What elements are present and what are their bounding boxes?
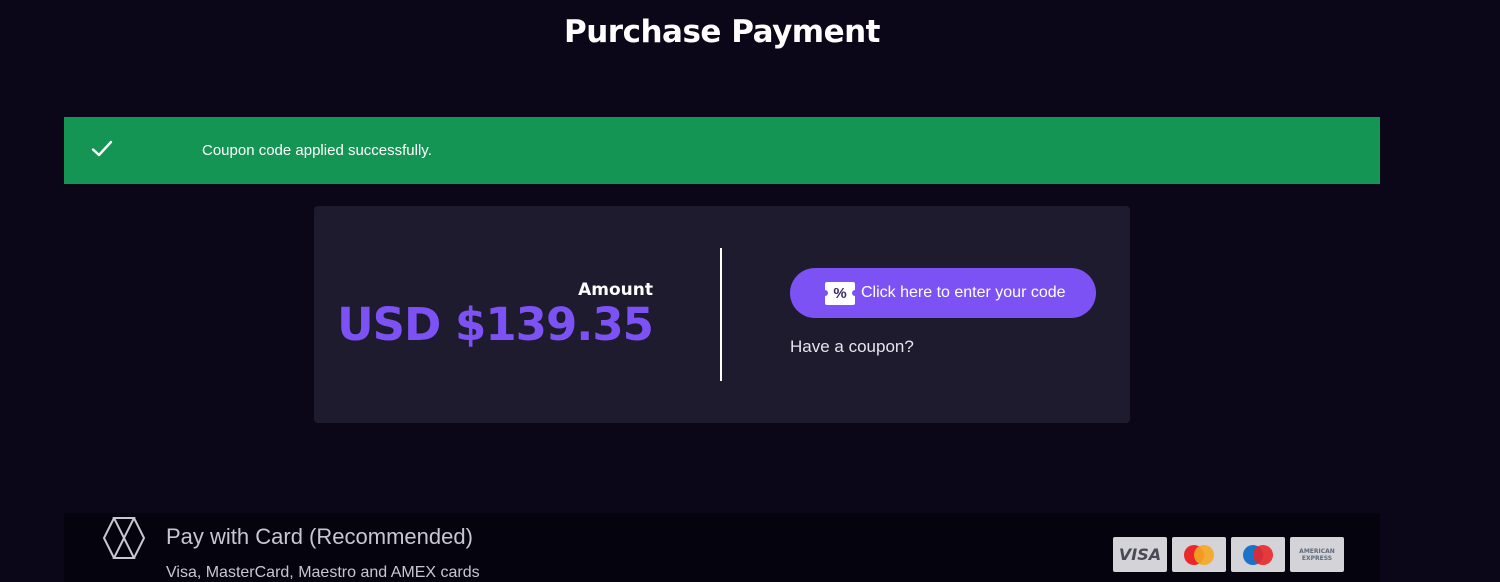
coupon-prompt: Have a coupon? (790, 337, 914, 356)
check-icon (91, 140, 113, 157)
success-alert: Coupon code applied successfully. (64, 117, 1380, 184)
alert-message: Coupon code applied successfully. (202, 142, 432, 159)
enter-coupon-button-label: Click here to enter your code (861, 284, 1066, 301)
amex-logo-text: AMERICAN EXPRESS (1299, 547, 1335, 562)
divider (720, 248, 722, 381)
payment-method-card-option[interactable]: Pay with Card (Recommended) Visa, Master… (64, 513, 1380, 582)
visa-logo-icon: VISA (1113, 537, 1167, 572)
payment-method-subtitle: Visa, MasterCard, Maestro and AMEX cards (166, 564, 480, 581)
maestro-circles-icon (1243, 544, 1273, 565)
payment-summary-card: Amount USD $139.35 % Click here to enter… (314, 206, 1130, 423)
page-title: Purchase Payment (564, 14, 881, 50)
mastercard-logo-icon (1172, 537, 1226, 572)
payment-method-title: Pay with Card (Recommended) (166, 524, 473, 549)
percent-ticket-icon: % (822, 281, 858, 305)
payment-provider-logo-icon (102, 517, 146, 559)
amex-logo-icon: AMERICAN EXPRESS (1290, 537, 1344, 572)
accepted-cards: VISA AMERICAN EXPRESS (1113, 537, 1344, 572)
visa-logo-text: VISA (1118, 545, 1162, 564)
maestro-logo-icon (1231, 537, 1285, 572)
enter-coupon-button[interactable]: % Click here to enter your code (790, 268, 1096, 318)
amount-value: USD $139.35 (337, 298, 654, 351)
mastercard-circles-icon (1184, 544, 1214, 565)
amount-label: Amount (578, 280, 653, 300)
